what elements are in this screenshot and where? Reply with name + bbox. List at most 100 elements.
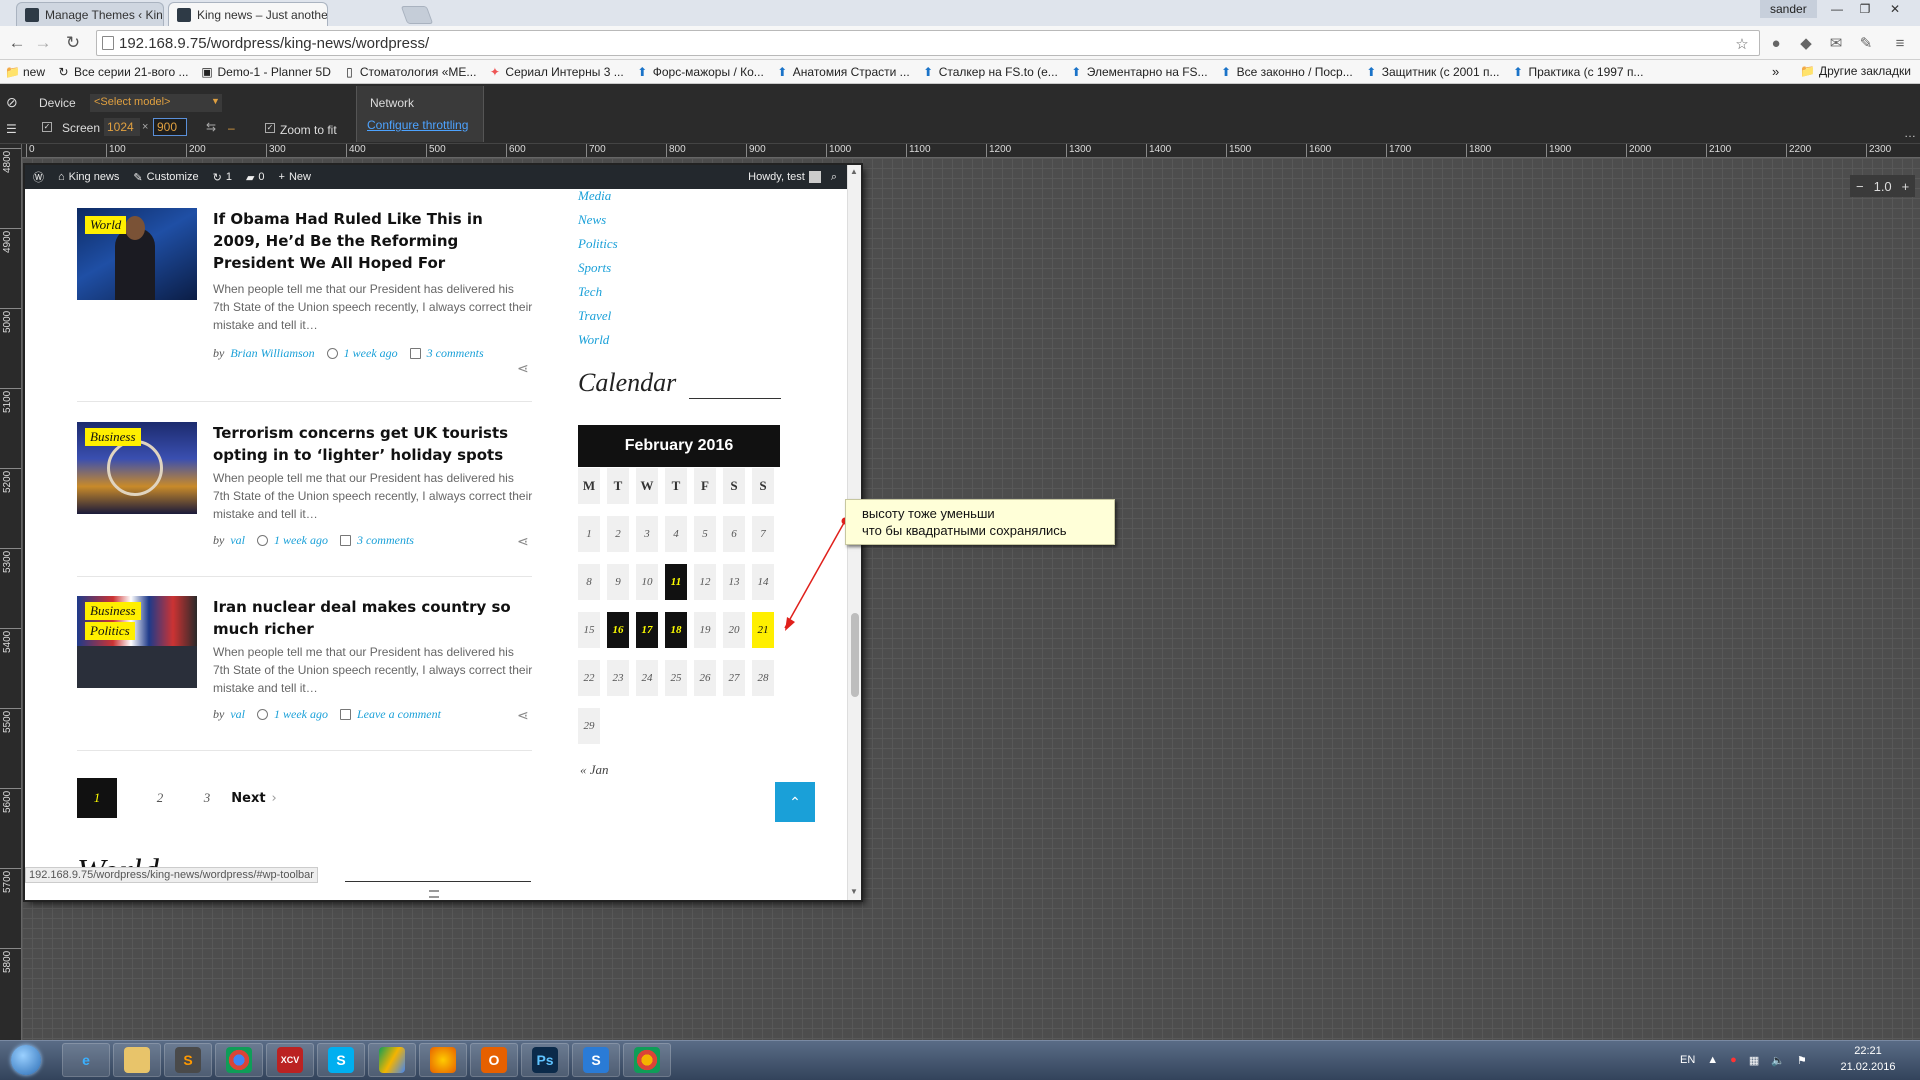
volume-icon[interactable]: 🔈 [1771,1054,1785,1067]
bookmark-item[interactable]: ⬆ Сталкер на FS.to (е... [922,65,1058,79]
post-title[interactable]: Terrorism concerns get UK tourists optin… [213,422,533,466]
taskbar-app-button[interactable]: S [572,1043,620,1077]
bookmark-item[interactable]: ⬆ Форс-мажоры / Ко... [636,65,764,79]
bookmark-item[interactable]: ↻ Все серии 21-вого ... [57,65,188,79]
pagination-page[interactable]: 3 [192,778,222,818]
bookmark-item[interactable]: ⬆ Элементарно на FS... [1070,65,1207,79]
tab-king-news[interactable]: King news – Just another \ × [168,2,328,26]
scrollbar-thumb[interactable] [851,613,859,697]
date-link[interactable]: 1 week ago [274,533,328,548]
my-account-link[interactable]: Howdy, test [748,171,821,183]
category-link[interactable]: Media [578,188,611,204]
taskbar-app-button[interactable]: XCV [266,1043,314,1077]
new-content-link[interactable]: + New [279,171,311,183]
category-link[interactable]: Politics [578,236,618,252]
calendar-day-with-posts[interactable]: 18 [665,612,687,648]
taskbar-app-button[interactable] [623,1043,671,1077]
bookmarks-overflow-icon[interactable]: » [1772,64,1779,79]
comments-link[interactable]: ▰ 0 [246,171,265,184]
calendar-prev-month-link[interactable]: « Jan [580,762,609,778]
category-link[interactable]: Sports [578,260,611,276]
customize-link[interactable]: ✎ Customize [133,171,198,184]
flag-icon[interactable]: ⚑ [1797,1054,1807,1067]
taskbar-app-button[interactable]: S [317,1043,365,1077]
screen-height-input[interactable]: 900 [153,118,187,136]
tab-manage-themes[interactable]: Manage Themes ‹ King ne × [16,2,164,26]
model-select[interactable]: <Select model> [90,94,222,112]
share-icon[interactable]: ⋖ [517,360,529,377]
taskbar-app-button[interactable]: O [470,1043,518,1077]
author-link[interactable]: Brian Williamson [230,346,314,361]
taskbar-app-button[interactable] [419,1043,467,1077]
restore-icon[interactable]: ❐ [1852,0,1878,18]
share-icon[interactable]: ⋖ [517,533,529,550]
taskbar-app-button[interactable] [113,1043,161,1077]
zoom-out-icon[interactable]: − [1856,179,1864,194]
category-badge[interactable]: Business [85,602,141,620]
category-link[interactable]: Tech [578,284,602,300]
zoom-in-icon[interactable]: + [1902,179,1910,194]
taskbar-app-button[interactable]: e [62,1043,110,1077]
profile-button[interactable]: sander [1760,0,1817,18]
scroll-to-top-button[interactable]: ⌃ [775,782,815,822]
pen-icon[interactable]: ✎ [1856,32,1876,54]
bookmark-item[interactable]: ⬆ Анатомия Страсти ... [776,65,909,79]
category-badge[interactable]: Business [85,428,141,446]
scroll-down-icon[interactable]: ▼ [850,887,858,896]
address-bar[interactable]: 192.168.9.75/wordpress/king-news/wordpre… [96,30,1760,56]
media-queries-icon[interactable]: ☰ [6,122,17,136]
forward-icon[interactable]: → [32,32,54,54]
site-name-link[interactable]: ⌂ King news [58,171,119,183]
screen-checkbox[interactable]: ✓ [42,122,52,132]
bookmark-item[interactable]: ▯ Стоматология «МЕ... [343,65,476,79]
post-title[interactable]: If Obama Had Ruled Like This in 2009, He… [213,208,533,274]
more-options-icon[interactable]: … [1904,126,1916,140]
back-icon[interactable]: ← [6,32,28,54]
mail-icon[interactable]: ✉ [1826,32,1846,54]
bookmark-item[interactable]: ⬆ Защитник (с 2001 п... [1365,65,1499,79]
comments-link[interactable]: 3 comments [357,533,414,548]
wordpress-logo-icon[interactable]: Ⓦ [33,169,44,185]
block-icon[interactable]: ⊘ [6,94,18,111]
pagination-next[interactable]: Next › [224,778,284,818]
category-link[interactable]: Travel [578,308,611,324]
reload-icon[interactable]: ↻ [62,32,84,54]
start-button[interactable] [4,1042,48,1078]
calendar-day-with-posts[interactable]: 17 [636,612,658,648]
bookmark-item[interactable]: ▣ Demo-1 - Planner 5D [201,65,331,79]
bookmark-item[interactable]: ⬆ Практика (с 1997 п... [1512,65,1643,79]
pagination-current-page[interactable]: 1 [77,778,117,818]
other-bookmarks-folder[interactable]: 📁 Другие закладки [1800,64,1911,78]
tray-expand-icon[interactable]: ▲ [1707,1054,1718,1066]
pagination-page[interactable]: 2 [145,778,175,818]
bookmark-item[interactable]: ⬆ Все законно / Поср... [1220,65,1353,79]
author-link[interactable]: val [230,707,245,722]
calendar-day-with-posts[interactable]: 16 [607,612,629,648]
scroll-up-icon[interactable]: ▲ [850,167,858,176]
extension-icon[interactable]: ◆ [1796,32,1816,54]
screen-width-input[interactable]: 1024 [104,118,140,136]
configure-throttling-link[interactable]: Configure throttling [367,118,468,132]
taskbar-app-button[interactable] [215,1043,263,1077]
bookmark-item[interactable]: 📁 new [5,65,45,79]
taskbar-app-button[interactable] [368,1043,416,1077]
adblock-icon[interactable]: ● [1766,32,1786,54]
network-icon[interactable]: ▦ [1749,1054,1759,1067]
menu-icon[interactable]: ≡ [1890,32,1910,54]
category-badge[interactable]: Politics [85,622,135,640]
author-link[interactable]: val [230,533,245,548]
category-link[interactable]: News [578,212,606,228]
opera-tray-icon[interactable]: ● [1730,1054,1737,1066]
taskbar-app-button[interactable]: S [164,1043,212,1077]
category-badge[interactable]: World [85,216,127,234]
calendar-day-with-posts[interactable]: 11 [665,564,687,600]
date-link[interactable]: 1 week ago [274,707,328,722]
language-indicator[interactable]: EN [1680,1054,1695,1066]
updates-link[interactable]: ↻ 1 [213,171,232,184]
bookmark-item[interactable]: ✦ Сериал Интерны 3 ... [488,65,624,79]
zoom-to-fit-checkbox[interactable]: ✓ [265,123,275,133]
date-link[interactable]: 1 week ago [344,346,398,361]
device-resize-handle[interactable] [429,890,439,898]
taskbar-app-button[interactable]: Ps [521,1043,569,1077]
share-icon[interactable]: ⋖ [517,707,529,724]
